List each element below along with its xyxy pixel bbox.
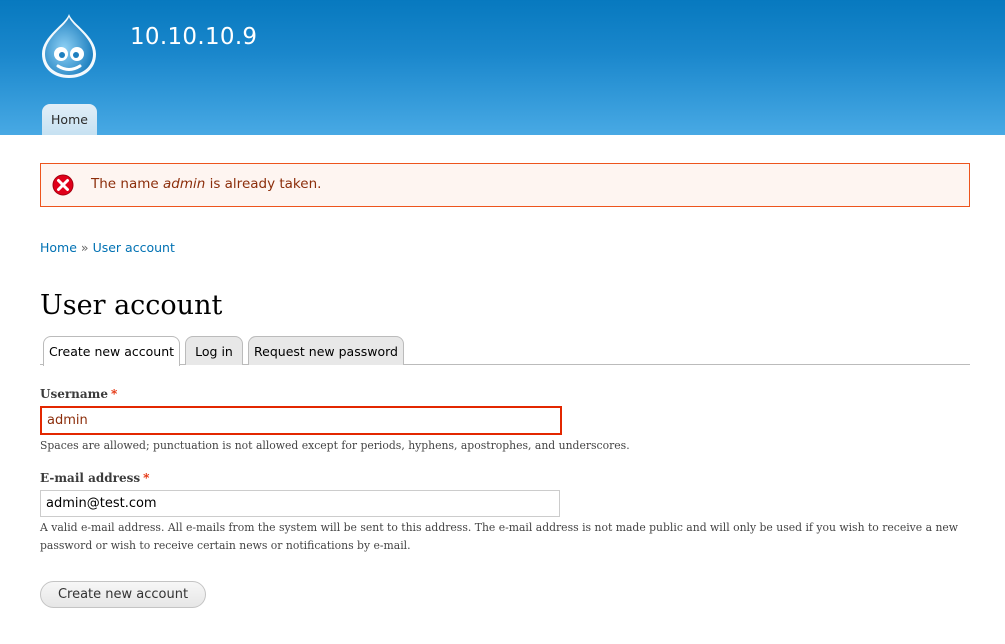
- username-required-marker: *: [111, 387, 118, 401]
- breadcrumb: Home» User account: [40, 240, 175, 255]
- site-header: 10.10.10.9 Home: [0, 0, 1005, 135]
- username-input[interactable]: [40, 406, 562, 435]
- email-required-marker: *: [143, 471, 150, 485]
- tab-log-in[interactable]: Log in: [185, 336, 243, 365]
- nav-tab-home[interactable]: Home: [42, 104, 97, 135]
- error-message: The name admin is already taken.: [40, 163, 970, 207]
- error-message-text: The name admin is already taken.: [91, 176, 322, 192]
- username-label: Username *: [40, 387, 118, 401]
- taken-username: admin: [162, 176, 206, 192]
- email-input[interactable]: [40, 490, 560, 517]
- breadcrumb-home-link[interactable]: Home: [40, 240, 77, 255]
- error-x-icon: [52, 174, 74, 196]
- email-label: E-mail address *: [40, 471, 150, 485]
- username-description: Spaces are allowed; punctuation is not a…: [40, 439, 630, 452]
- breadcrumb-user-account-link[interactable]: User account: [93, 240, 175, 255]
- email-description: A valid e-mail address. All e-mails from…: [40, 521, 959, 552]
- site-name[interactable]: 10.10.10.9: [130, 24, 257, 50]
- drupal-logo-icon[interactable]: [38, 12, 100, 80]
- tab-request-new-password[interactable]: Request new password: [248, 336, 404, 365]
- tab-create-new-account[interactable]: Create new account: [43, 336, 180, 366]
- breadcrumb-separator: »: [80, 240, 89, 255]
- create-new-account-button[interactable]: Create new account: [40, 581, 206, 608]
- page-title: User account: [40, 290, 223, 321]
